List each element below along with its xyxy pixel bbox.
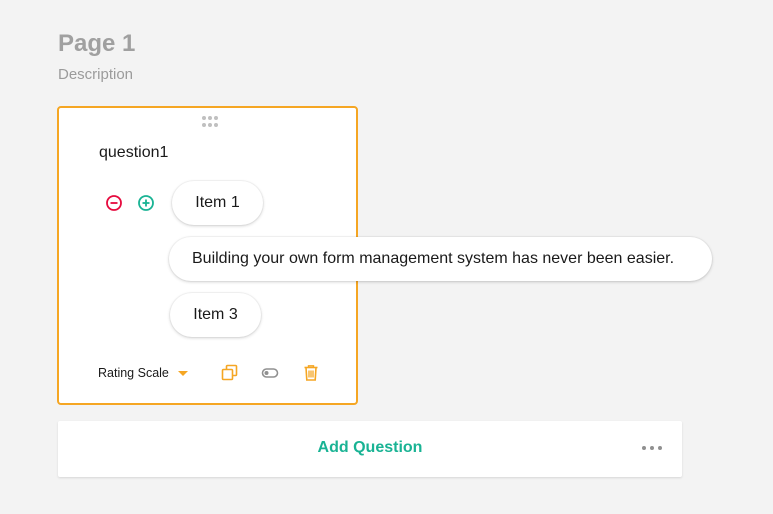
add-question-bar: Add Question (58, 421, 682, 477)
duplicate-icon[interactable] (221, 364, 239, 382)
page-description[interactable]: Description (58, 66, 133, 83)
page-title[interactable]: Page 1 (58, 30, 135, 58)
question-type-select[interactable]: Rating Scale (98, 366, 188, 380)
remove-circle-icon[interactable] (105, 194, 123, 212)
choice-item-1[interactable]: Item 1 (172, 181, 263, 225)
add-question-button[interactable]: Add Question (58, 439, 682, 457)
more-horizontal-icon[interactable] (642, 446, 664, 452)
add-circle-icon[interactable] (137, 194, 155, 212)
question-type-label: Rating Scale (98, 366, 169, 380)
choice-item-2[interactable]: Building your own form management system… (169, 237, 712, 281)
trash-icon[interactable] (302, 364, 320, 382)
choice-item-3[interactable]: Item 3 (170, 293, 261, 337)
toggle-icon[interactable] (261, 364, 279, 382)
drag-handle-icon[interactable] (202, 116, 218, 128)
chevron-down-icon (177, 370, 188, 376)
question-title[interactable]: question1 (99, 144, 168, 162)
